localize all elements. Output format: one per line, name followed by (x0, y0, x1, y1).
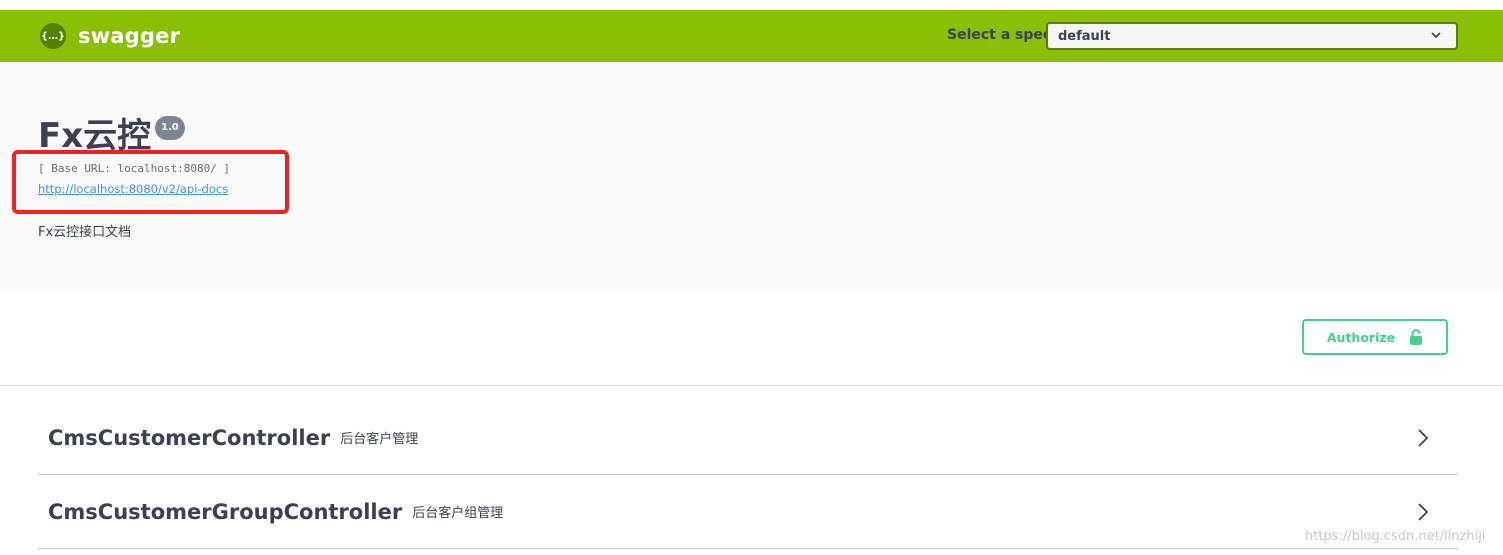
authorize-button[interactable]: Authorize (1302, 319, 1448, 355)
authorize-label: Authorize (1326, 329, 1396, 345)
info-section: Fx云控 1.0 [ Base URL: localhost:8080/ ] h… (0, 62, 1503, 289)
tag-description: 后台客户组管理 (412, 506, 504, 521)
tag-description: 后台客户管理 (340, 432, 419, 447)
chevron-right-icon[interactable] (1418, 503, 1429, 525)
tag-row-cms-customer[interactable]: CmsCustomerController 后台客户管理 (38, 401, 1458, 475)
brand-name: swagger (78, 24, 181, 48)
base-url: [ Base URL: localhost:8080/ ] (38, 162, 231, 175)
api-description: Fx云控接口文档 (38, 225, 132, 240)
spec-select-label: Select a spec (947, 27, 1052, 43)
lock-icon (1409, 328, 1423, 346)
tag-name: CmsCustomerController (48, 425, 331, 450)
swagger-logo-icon: {…} (40, 23, 66, 49)
topbar: {…} swagger Select a spec default (0, 10, 1503, 62)
section-divider (0, 385, 1503, 386)
version-badge: 1.0 (155, 116, 185, 140)
swagger-brand[interactable]: {…} swagger (40, 23, 180, 49)
chevron-down-icon (1430, 29, 1442, 45)
tag-row-cms-customer-group[interactable]: CmsCustomerGroupController 后台客户组管理 (38, 475, 1458, 549)
spec-select[interactable]: default (1046, 22, 1458, 50)
logo-glyph: {…} (40, 30, 66, 42)
api-docs-link[interactable]: http://localhost:8080/v2/api-docs (38, 182, 228, 196)
tag-name: CmsCustomerGroupController (48, 499, 403, 524)
spec-select-value: default (1058, 28, 1111, 44)
chevron-right-icon[interactable] (1418, 429, 1429, 451)
watermark: https://blog.csdn.net/linzhiji (1305, 529, 1486, 544)
